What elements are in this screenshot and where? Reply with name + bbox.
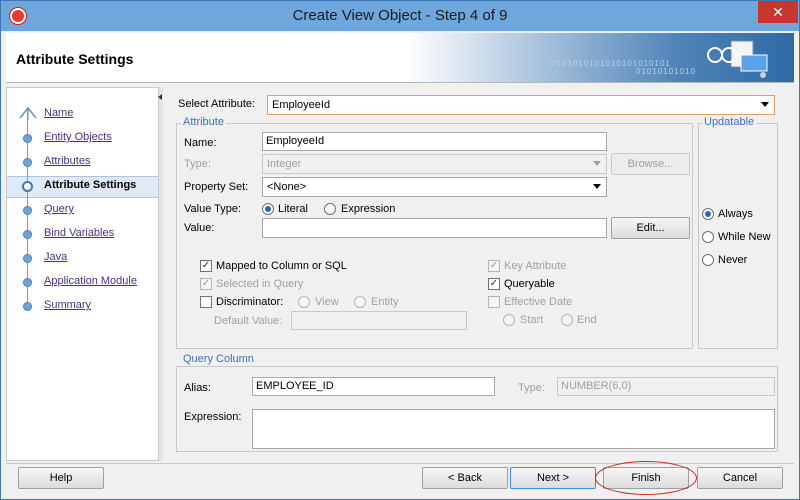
expression-radio[interactable]: [324, 203, 336, 215]
query-column-label: Query Column: [181, 353, 256, 365]
updatable-while-new-label: While New: [718, 231, 771, 243]
value-label: Value:: [184, 222, 215, 234]
nav-step-java[interactable]: Java: [44, 251, 67, 267]
alias-label: Alias:: [184, 382, 211, 394]
current-step-icon: [22, 181, 33, 192]
discriminator-label: Discriminator:: [216, 296, 284, 308]
discriminator-checkbox[interactable]: [200, 296, 212, 308]
step-dot-icon: [23, 254, 32, 263]
literal-radio[interactable]: [262, 203, 274, 215]
alias-input[interactable]: EMPLOYEE_ID: [252, 377, 495, 396]
discriminator-view-radio[interactable]: [298, 296, 310, 308]
effective-date-checkbox[interactable]: [488, 296, 500, 308]
select-attribute-label: Select Attribute:: [178, 98, 256, 110]
page-title: Attribute Settings: [16, 51, 134, 67]
step-dot-icon: [23, 302, 32, 311]
updatable-never-radio[interactable]: [702, 254, 714, 266]
chevron-down-icon: [593, 161, 601, 166]
radio-selected-dot: [265, 206, 271, 212]
mapped-checkbox[interactable]: ✓: [200, 260, 212, 272]
nav-step-attribute-settings[interactable]: Attribute Settings: [44, 179, 136, 195]
default-value-label: Default Value:: [214, 315, 283, 327]
effective-end-radio[interactable]: [561, 314, 573, 326]
edit-button[interactable]: Edit...: [611, 217, 690, 239]
key-attribute-checkbox[interactable]: ✓: [488, 260, 500, 272]
wizard-graphic-icon: [707, 40, 768, 78]
header-binary-text-2: 01010101010: [636, 67, 696, 76]
close-icon[interactable]: ✕: [758, 1, 798, 23]
type-label: Type:: [184, 158, 211, 170]
type-value: Integer: [267, 158, 302, 170]
value-type-label: Value Type:: [184, 203, 242, 215]
literal-label: Literal: [278, 203, 308, 215]
window-title: Create View Object - Step 4 of 9: [292, 7, 508, 24]
query-type-input[interactable]: NUMBER(6,0): [557, 377, 775, 396]
effective-start-radio[interactable]: [503, 314, 515, 326]
collapse-nav-icon[interactable]: [158, 94, 162, 100]
name-label: Name:: [184, 137, 217, 149]
query-type-label: Type:: [518, 382, 545, 394]
mapped-label: Mapped to Column or SQL: [216, 260, 347, 272]
selected-in-query-checkbox[interactable]: ✓: [200, 278, 212, 290]
step-dot-icon: [23, 206, 32, 215]
nav-step-name[interactable]: Name: [44, 107, 73, 123]
queryable-checkbox[interactable]: ✓: [488, 278, 500, 290]
updatable-while-new-radio[interactable]: [702, 231, 714, 243]
discriminator-entity-label: Entity: [371, 296, 399, 308]
step-dot-icon: [23, 230, 32, 239]
step-dot-icon: [23, 278, 32, 287]
step-dot-icon: [23, 134, 32, 143]
discriminator-entity-radio[interactable]: [354, 296, 366, 308]
name-input[interactable]: EmployeeId: [262, 132, 607, 151]
selected-in-query-label: Selected in Query: [216, 278, 304, 290]
discriminator-view-label: View: [315, 296, 339, 308]
title-bar: Create View Object - Step 4 of 9 ✕: [1, 1, 799, 31]
effective-date-label: Effective Date: [504, 296, 573, 308]
nav-step-application-module[interactable]: Application Module: [44, 275, 137, 291]
select-attribute-value: EmployeeId: [272, 99, 331, 111]
chevron-down-icon: [593, 184, 601, 189]
property-set-value: <None>: [267, 181, 307, 193]
back-button[interactable]: < Back: [422, 467, 508, 489]
nav-step-attributes[interactable]: Attributes: [44, 155, 90, 171]
attribute-settings-panel: Select Attribute: EmployeeId Attribute N…: [163, 87, 794, 461]
radio-selected-dot: [705, 211, 711, 217]
effective-end-label: End: [577, 314, 597, 326]
type-dropdown[interactable]: Integer: [262, 154, 607, 174]
updatable-never-label: Never: [718, 254, 748, 266]
step-start-icon: [19, 106, 37, 120]
nav-step-summary[interactable]: Summary: [44, 299, 91, 315]
updatable-always-label: Always: [718, 208, 753, 220]
nav-step-entity-objects[interactable]: Entity Objects: [44, 131, 112, 147]
expression-field-label: Expression:: [184, 411, 242, 423]
next-button[interactable]: Next >: [510, 467, 596, 489]
finish-highlight-annotation: [595, 461, 697, 495]
select-attribute-dropdown[interactable]: EmployeeId: [267, 95, 775, 115]
step-header: Attribute Settings 010101010101010101010…: [6, 33, 794, 83]
cancel-button[interactable]: Cancel: [697, 467, 783, 489]
queryable-label: Queryable: [504, 278, 555, 290]
wizard-step-nav: Name Entity Objects Attributes Attribute…: [6, 87, 159, 461]
create-view-object-dialog: Create View Object - Step 4 of 9 ✕ Attri…: [0, 0, 800, 500]
browse-button[interactable]: Browse...: [611, 153, 690, 175]
key-attribute-label: Key Attribute: [504, 260, 567, 272]
updatable-label: Updatable: [702, 116, 757, 128]
effective-start-label: Start: [520, 314, 544, 326]
help-button[interactable]: Help: [18, 467, 104, 489]
expression-label: Expression: [341, 203, 396, 215]
property-set-dropdown[interactable]: <None>: [262, 177, 607, 197]
chevron-down-icon: [761, 102, 769, 107]
expression-textarea[interactable]: [252, 409, 775, 449]
nav-step-query[interactable]: Query: [44, 203, 74, 219]
step-dot-icon: [23, 158, 32, 167]
value-input[interactable]: [262, 218, 607, 238]
attribute-group-label: Attribute: [181, 116, 226, 128]
updatable-always-radio[interactable]: [702, 208, 714, 220]
nav-step-bind-variables[interactable]: Bind Variables: [44, 227, 114, 243]
property-set-label: Property Set:: [184, 181, 249, 193]
default-value-input[interactable]: [291, 311, 467, 330]
